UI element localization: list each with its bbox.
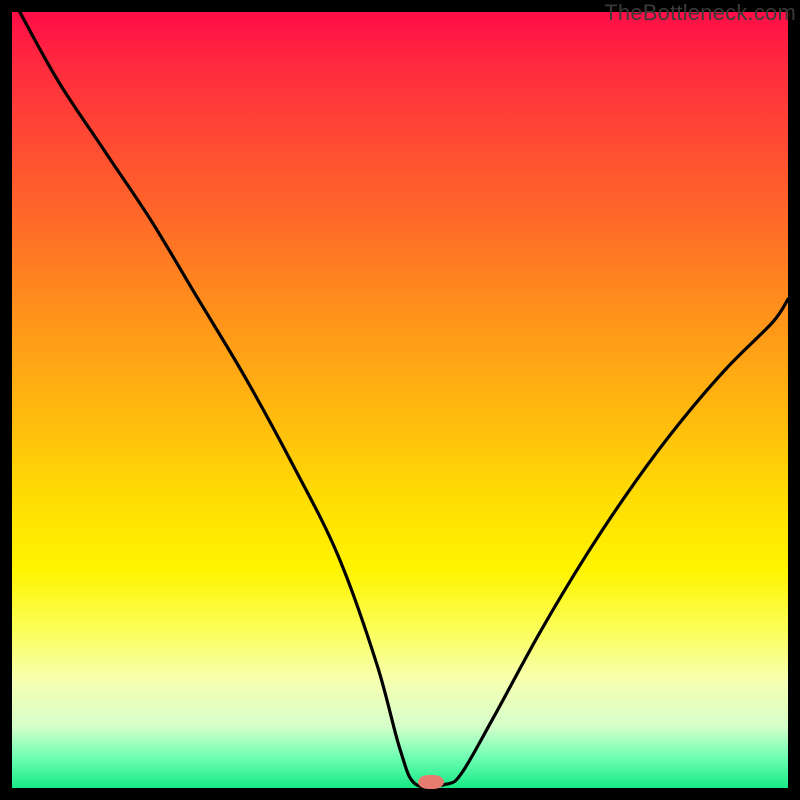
plot-area bbox=[12, 12, 788, 788]
chart-container: TheBottleneck.com bbox=[0, 0, 800, 800]
watermark-text: TheBottleneck.com bbox=[604, 0, 796, 26]
bottleneck-curve bbox=[12, 12, 788, 788]
minimum-marker bbox=[418, 775, 444, 789]
